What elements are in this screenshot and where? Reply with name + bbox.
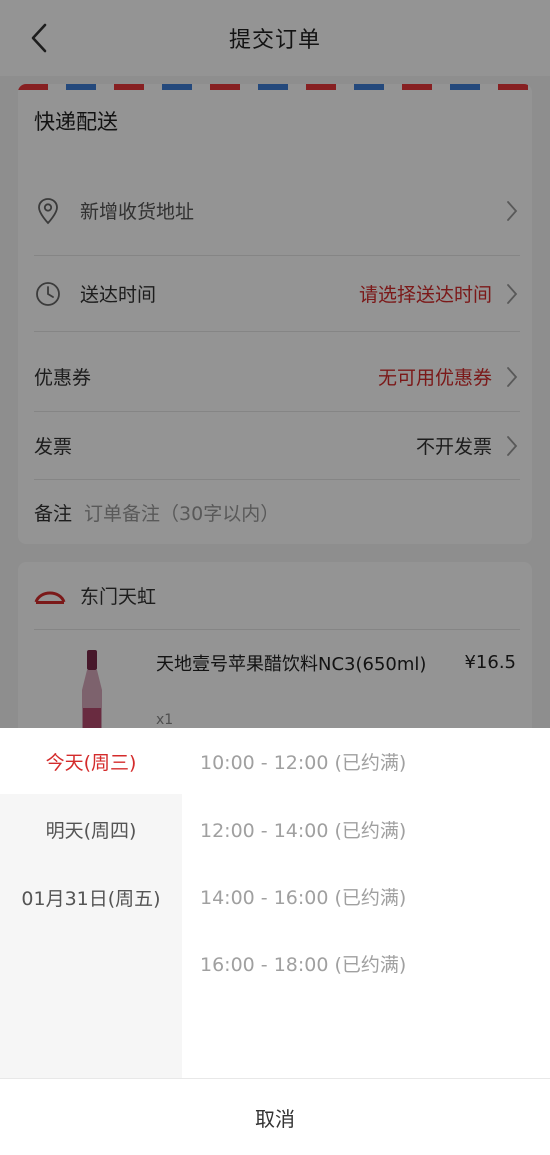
time-slot[interactable]: 14:00 - 16:00 (已约满) — [200, 863, 530, 929]
date-option-jan31[interactable]: 01月31日(周五) — [0, 864, 182, 930]
date-option-today[interactable]: 今天(周三) — [0, 728, 182, 794]
time-slot[interactable]: 16:00 - 18:00 (已约满) — [200, 930, 530, 996]
date-option-tomorrow[interactable]: 明天(周四) — [0, 796, 182, 862]
delivery-time-picker-sheet: 今天(周三) 明天(周四) 01月31日(周五) 10:00 - 12:00 (… — [0, 728, 550, 1155]
time-slot[interactable]: 10:00 - 12:00 (已约满) — [200, 728, 530, 794]
date-column: 今天(周三) 明天(周四) 01月31日(周五) — [0, 728, 182, 1078]
time-slot[interactable]: 12:00 - 14:00 (已约满) — [200, 796, 530, 862]
cancel-button[interactable]: 取消 — [0, 1078, 550, 1155]
